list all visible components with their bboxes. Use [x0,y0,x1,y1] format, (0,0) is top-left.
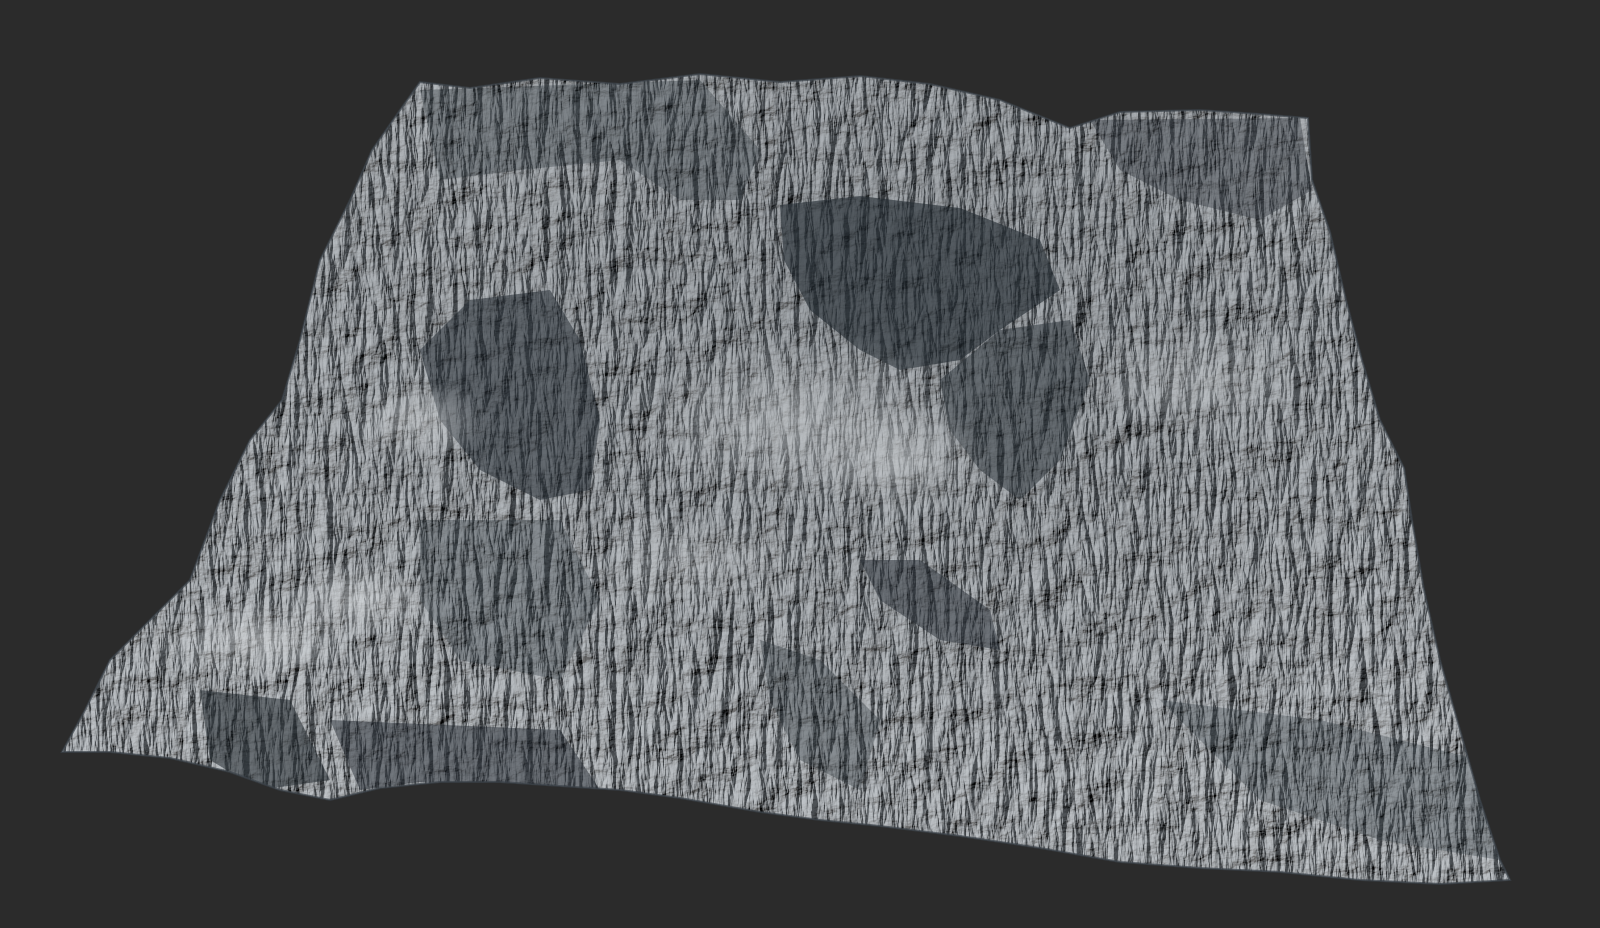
3d-viewport[interactable] [0,0,1600,928]
terrain-render [60,72,1512,886]
terrain-mesh [62,74,1510,884]
